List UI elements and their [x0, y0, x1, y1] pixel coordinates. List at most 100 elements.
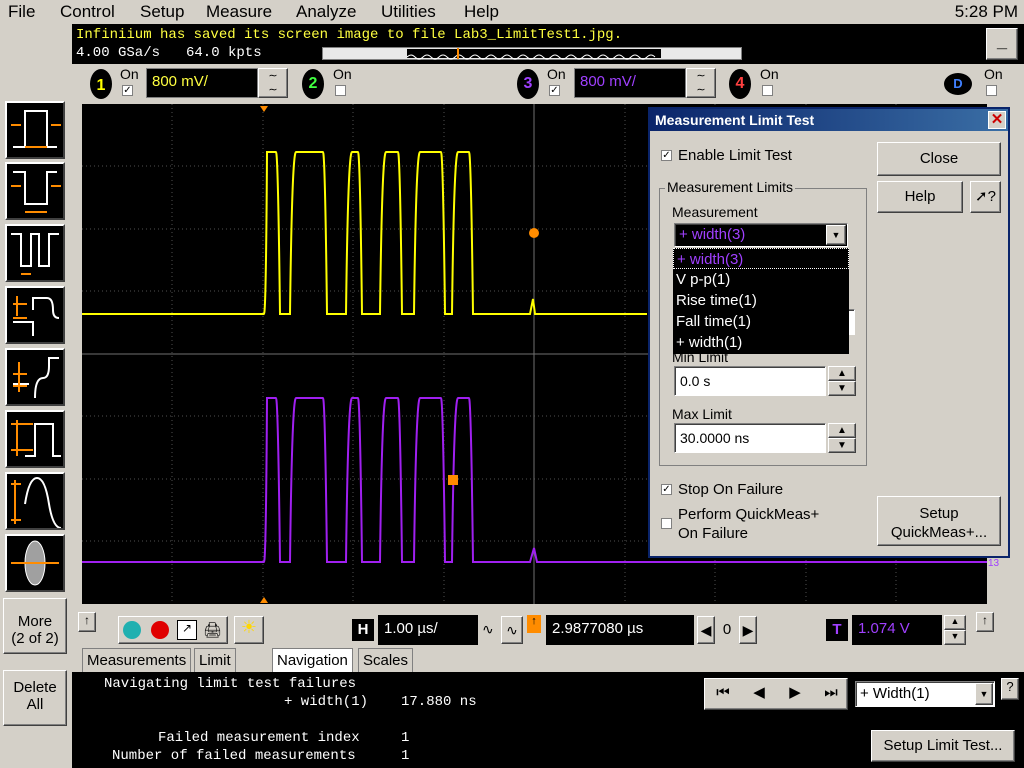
setup-limit-test-button[interactable]: Setup Limit Test...	[871, 730, 1015, 762]
option-item[interactable]: + width(1)	[673, 332, 849, 353]
trigger-up-icon: ▲	[944, 615, 966, 630]
channel-3-icon[interactable]: 3	[517, 69, 539, 99]
ch3-volts[interactable]: 800 mV/	[574, 68, 686, 98]
stop-on-failure-checkbox[interactable]: ✓	[661, 484, 672, 495]
position-zero[interactable]: 0	[717, 616, 737, 644]
help-button[interactable]: Help	[877, 181, 963, 213]
menu-measure[interactable]: Measure	[206, 2, 272, 22]
trigger-video-icon[interactable]	[5, 534, 65, 592]
coarse-adjust-icon[interactable]: ∿	[501, 616, 523, 644]
enable-limit-checkbox[interactable]: ✓	[661, 150, 672, 161]
ch3-checkbox[interactable]: ✓	[549, 85, 560, 96]
menu-setup[interactable]: Setup	[140, 2, 184, 22]
menu-control[interactable]: Control	[60, 2, 115, 22]
ch4-on-label: On	[760, 66, 779, 82]
position-left-icon[interactable]: ◀	[697, 616, 715, 644]
tab-measurements[interactable]: Measurements	[82, 648, 192, 672]
fine-adjust-icon[interactable]: ∿	[482, 621, 494, 638]
tab-limit-test[interactable]: Limit test	[194, 648, 236, 693]
min-limit-spinner[interactable]: ▲ ▼	[828, 366, 856, 396]
whats-this-button[interactable]: ➚?	[970, 181, 1001, 213]
nav-first-icon[interactable]: ⏮	[706, 679, 740, 709]
menu-help[interactable]: Help	[464, 2, 499, 22]
option-item[interactable]: Rise time(1)	[673, 290, 849, 311]
dropdown-arrow-icon[interactable]: ▼	[826, 225, 846, 245]
digital-checkbox[interactable]	[986, 85, 997, 96]
ch2-checkbox[interactable]	[335, 85, 346, 96]
nav-help-button[interactable]: ?	[1001, 678, 1019, 700]
delete-sub-label: All	[26, 696, 44, 713]
stop-on-failure-label: Stop On Failure	[678, 481, 784, 498]
ch3-marker	[448, 475, 458, 485]
menu-file[interactable]: File	[8, 2, 35, 22]
option-item[interactable]: V p-p(1)	[673, 269, 849, 290]
measurement-select[interactable]: + width(3) ▼	[674, 223, 848, 247]
trigger-timeout-icon[interactable]	[5, 348, 65, 406]
max-limit-label: Max Limit	[672, 406, 732, 422]
more-button[interactable]: More (2 of 2)	[3, 598, 67, 654]
trigger-ref-icon: ↑	[527, 615, 541, 633]
tab-scales[interactable]: Scales	[358, 648, 414, 672]
trigger-down-icon: ▼	[944, 630, 966, 645]
option-item[interactable]: + width(3)	[673, 248, 849, 269]
tab-navigation[interactable]: Navigation	[272, 648, 353, 672]
channel-4-icon[interactable]: 4	[729, 69, 751, 99]
digital-channel-icon[interactable]: D	[944, 73, 972, 95]
ch1-checkbox[interactable]: ✓	[122, 85, 133, 96]
channel-1-icon[interactable]: 1	[90, 69, 112, 99]
quickmeas-checkbox[interactable]	[661, 518, 672, 529]
setup-quickmeas-button[interactable]: Setup QuickMeas+...	[877, 496, 1001, 546]
channel-bar: 1 On ✓ 800 mV/ ∼ ∼ 2 On 3 On ✓ 800 mV/ ∼ ∼…	[72, 64, 1024, 104]
timebase-field[interactable]: 1.00 µs/	[378, 615, 478, 645]
nav-index-label: Failed measurement index	[158, 730, 360, 746]
close-button[interactable]: Close	[877, 142, 1001, 176]
menu-analyze[interactable]: Analyze	[296, 2, 356, 22]
minimize-button[interactable]: _	[986, 28, 1018, 60]
memory-wave-icon	[406, 54, 656, 60]
nav-prev-icon[interactable]: ◀	[742, 679, 776, 709]
autoscale-icon[interactable]: ☀	[234, 616, 264, 644]
max-limit-spinner[interactable]: ▲ ▼	[828, 423, 856, 453]
quickmeas-label-1: Perform QuickMeas+	[678, 506, 820, 523]
run-icon[interactable]	[123, 621, 141, 639]
trigger-pulse-positive-icon[interactable]	[5, 101, 65, 159]
nav-measurement-select[interactable]: + Width(1) ▼	[855, 681, 995, 707]
enable-limit-label: Enable Limit Test	[678, 147, 792, 164]
min-down-icon: ▼	[828, 381, 856, 396]
print-icon[interactable]: 🖨	[203, 621, 222, 639]
ch4-checkbox[interactable]	[762, 85, 773, 96]
trigger-transition-icon[interactable]	[5, 472, 65, 530]
trigger-glitch-icon[interactable]	[5, 224, 65, 282]
trigger-level-spinner[interactable]: ▲ ▼	[944, 615, 966, 645]
trigger-pulse-negative-icon[interactable]	[5, 162, 65, 220]
arrow-up-left-icon[interactable]: ↑	[78, 612, 96, 632]
channel-2-icon[interactable]: 2	[302, 69, 324, 99]
ch3-coupling-button[interactable]: ∼ ∼	[686, 68, 716, 98]
nav-next-icon[interactable]: ▶	[778, 679, 812, 709]
max-up-icon: ▲	[828, 423, 856, 438]
status-bar: Infiniium has saved its screen image to …	[72, 24, 1024, 64]
stop-icon[interactable]	[151, 621, 169, 639]
sample-rate: 4.00 GSa/s	[76, 45, 161, 61]
nav-dropdown-arrow-icon[interactable]: ▼	[975, 683, 993, 705]
trigger-level-field[interactable]: 1.074 V	[852, 615, 942, 645]
dialog-close-icon[interactable]: ✕	[988, 111, 1006, 129]
min-limit-input[interactable]: 0.0 s	[674, 366, 826, 396]
nav-count-label: Number of failed measurements	[112, 748, 356, 764]
position-field[interactable]: 2.9877080 µs	[546, 615, 694, 645]
menu-utilities[interactable]: Utilities	[381, 2, 436, 22]
delete-all-button[interactable]: Delete All	[3, 670, 67, 726]
trigger-window-icon[interactable]	[5, 410, 65, 468]
nav-last-icon[interactable]: ⏭	[814, 679, 848, 709]
ch1-coupling-button[interactable]: ∼ ∼	[258, 68, 288, 98]
horizontal-label: H	[352, 619, 374, 641]
single-icon[interactable]: ↗	[177, 620, 197, 640]
ch1-volts[interactable]: 800 mV/	[146, 68, 258, 98]
clock: 5:28 PM	[954, 2, 1018, 21]
option-item[interactable]: Fall time(1)	[673, 311, 849, 332]
nav-meas-label: + width(1)	[284, 694, 369, 710]
position-right-icon[interactable]: ▶	[739, 616, 757, 644]
trigger-runt-icon[interactable]	[5, 286, 65, 344]
arrow-up-right-icon[interactable]: ↑	[976, 612, 994, 632]
max-limit-input[interactable]: 30.0000 ns	[674, 423, 826, 453]
